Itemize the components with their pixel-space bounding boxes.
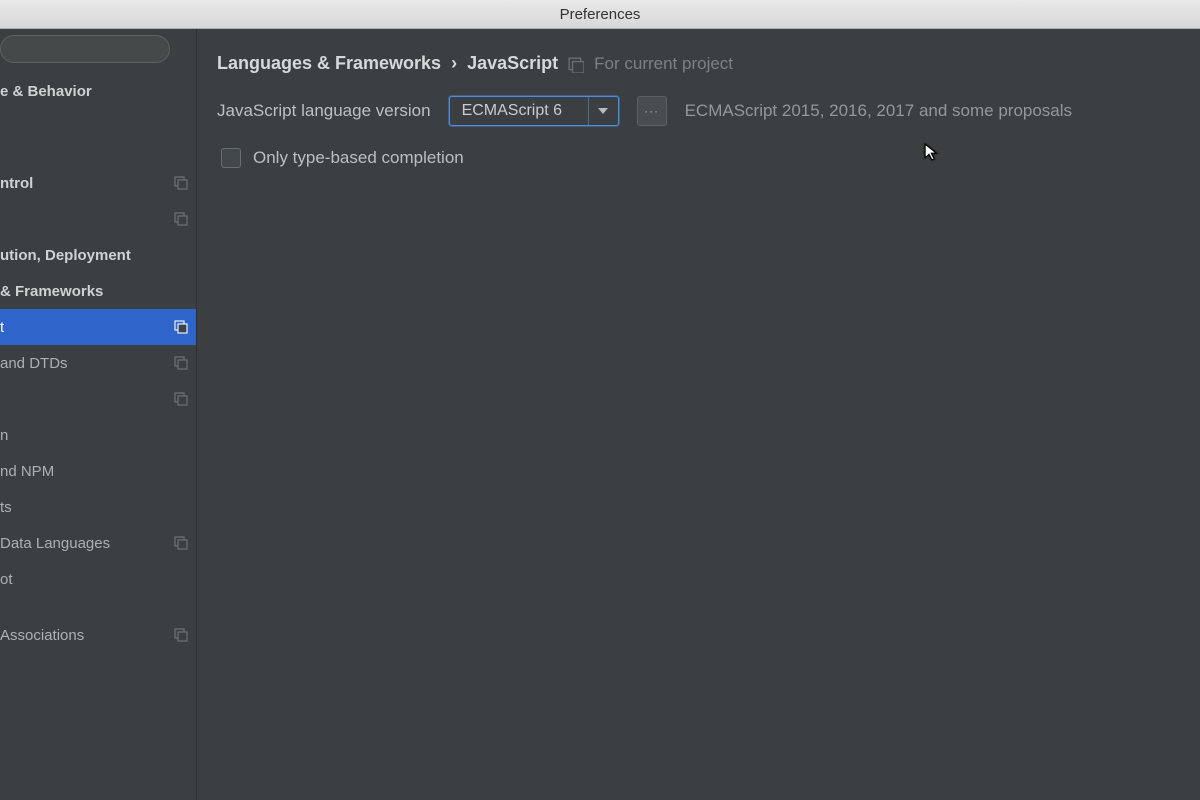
sidebar-item-1[interactable] [0, 109, 196, 145]
sidebar-item-11[interactable]: ts [0, 489, 196, 525]
settings-tree: e & Behavior ntrol ution, Deployment & Fra… [0, 73, 196, 800]
sidebar-item-2[interactable]: ntrol [0, 165, 196, 201]
sidebar-item-label: t [0, 319, 174, 336]
sidebar-item-9[interactable]: n [0, 417, 196, 453]
type-based-completion-row[interactable]: Only type-based completion [217, 148, 1200, 168]
project-scope-icon [174, 536, 188, 550]
sidebar-item-label: ution, Deployment [0, 247, 196, 264]
ellipsis-icon: ··· [644, 104, 659, 118]
language-version-more-button[interactable]: ··· [637, 96, 667, 126]
content-pane: Languages & Frameworks › JavaScript For … [197, 29, 1200, 800]
sidebar-item-label: & Frameworks [0, 283, 196, 300]
project-scope-icon [174, 392, 188, 406]
language-version-row: JavaScript language version ECMAScript 6… [217, 96, 1200, 126]
sidebar: e & Behavior ntrol ution, Deployment & Fra… [0, 29, 197, 800]
language-version-label: JavaScript language version [217, 101, 431, 121]
sidebar-item-label: ntrol [0, 175, 174, 192]
language-version-dropdown[interactable]: ECMAScript 6 [449, 96, 619, 126]
project-scope-icon [174, 176, 188, 190]
sidebar-item-label: Data Languages [0, 535, 174, 552]
titlebar: Preferences [0, 0, 1200, 29]
sidebar-item-12[interactable]: Data Languages [0, 525, 196, 561]
tree-spacer [0, 145, 196, 165]
project-scope-icon [174, 356, 188, 370]
search-input[interactable] [0, 35, 170, 63]
sidebar-item-label: e & Behavior [0, 83, 196, 100]
sidebar-item-label: nd NPM [0, 463, 196, 480]
sidebar-item-6[interactable]: t [0, 309, 196, 345]
sidebar-item-3[interactable] [0, 201, 196, 237]
sidebar-item-14[interactable]: Associations [0, 617, 196, 653]
project-scope-icon [174, 320, 188, 334]
tree-spacer [0, 597, 196, 617]
sidebar-item-8[interactable] [0, 381, 196, 417]
type-based-completion-checkbox[interactable] [221, 148, 241, 168]
sidebar-item-label: ot [0, 571, 196, 588]
sidebar-item-7[interactable]: and DTDs [0, 345, 196, 381]
project-scope-icon [174, 628, 188, 642]
language-version-value: ECMAScript 6 [450, 97, 588, 125]
sidebar-item-label: Associations [0, 627, 174, 644]
type-based-completion-label: Only type-based completion [253, 148, 464, 168]
sidebar-item-0[interactable]: e & Behavior [0, 73, 196, 109]
breadcrumb-parent[interactable]: Languages & Frameworks [217, 53, 441, 74]
sidebar-item-label: ts [0, 499, 196, 516]
search-wrap [0, 35, 196, 73]
breadcrumb-current: JavaScript [467, 53, 558, 74]
chevron-down-icon [588, 97, 618, 125]
body: e & Behavior ntrol ution, Deployment & Fra… [0, 29, 1200, 800]
breadcrumb-scope: For current project [594, 54, 733, 74]
sidebar-item-10[interactable]: nd NPM [0, 453, 196, 489]
sidebar-item-label: and DTDs [0, 355, 174, 372]
window-title: Preferences [560, 6, 641, 23]
sidebar-item-label: n [0, 427, 196, 444]
sidebar-item-5[interactable]: & Frameworks [0, 273, 196, 309]
project-scope-icon [568, 57, 584, 71]
sidebar-item-4[interactable]: ution, Deployment [0, 237, 196, 273]
language-version-hint: ECMAScript 2015, 2016, 2017 and some pro… [685, 101, 1072, 121]
breadcrumb: Languages & Frameworks › JavaScript For … [217, 53, 1200, 74]
breadcrumb-separator: › [451, 53, 457, 74]
project-scope-icon [174, 212, 188, 226]
sidebar-item-13[interactable]: ot [0, 561, 196, 597]
